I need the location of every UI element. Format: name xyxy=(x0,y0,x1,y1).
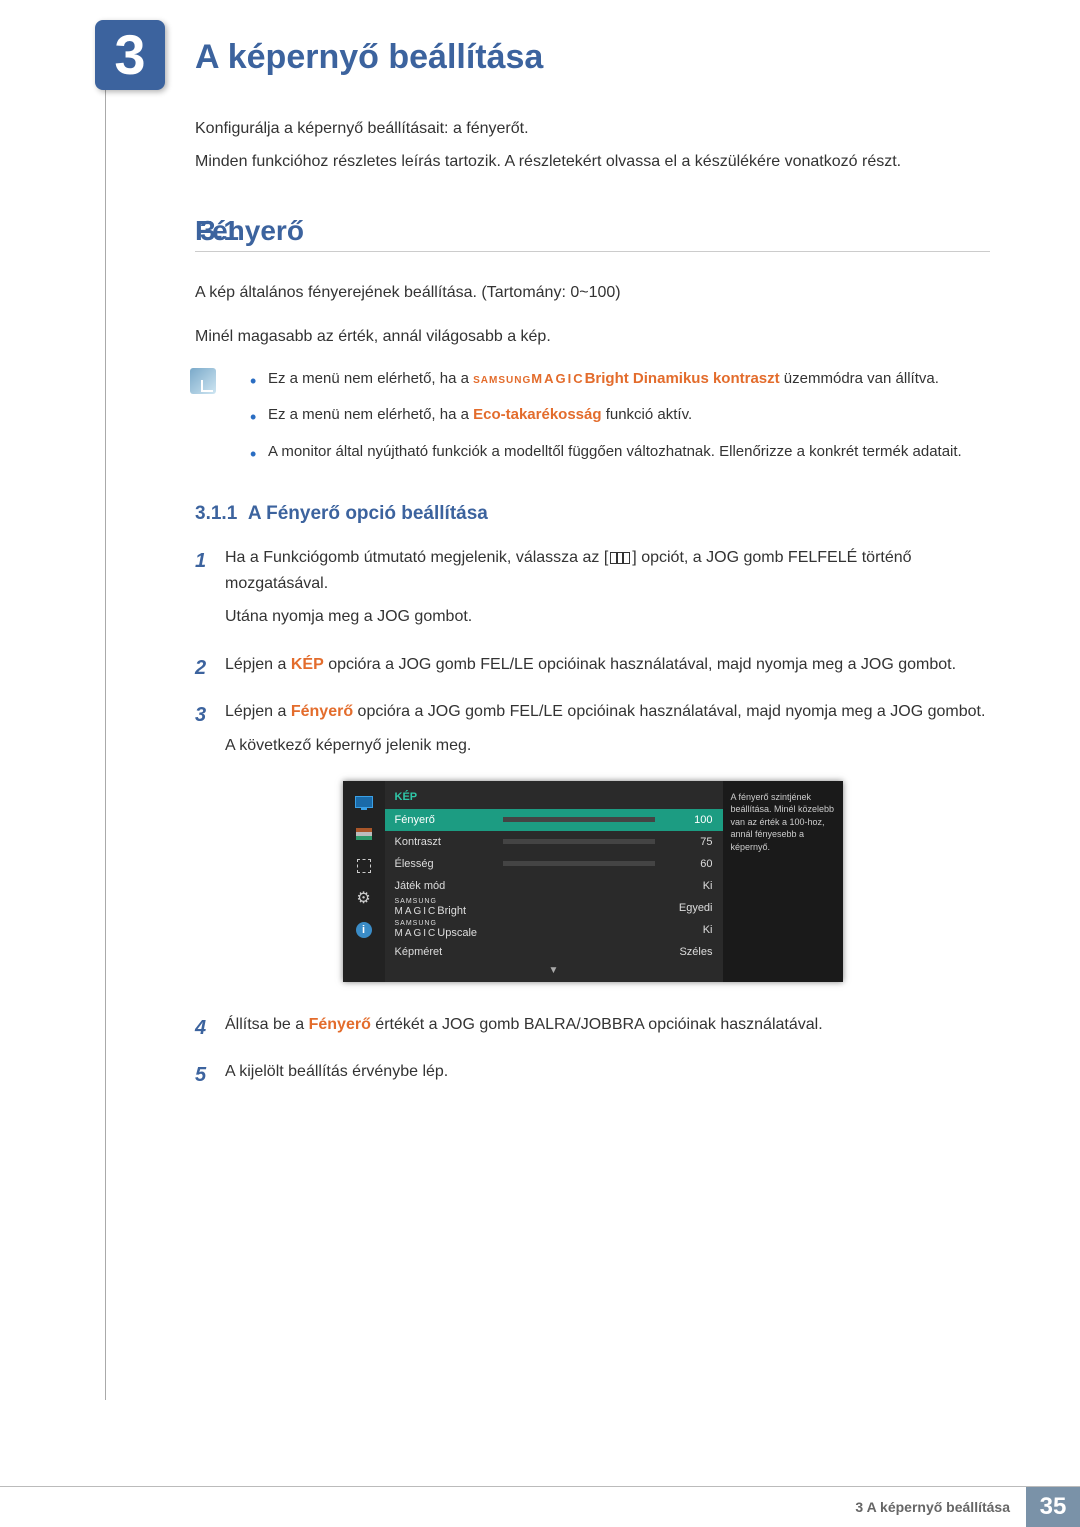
osd-row-kepmeret[interactable]: Képméret Széles xyxy=(385,941,723,963)
intro-line-1: Konfigurálja a képernyő beállításait: a … xyxy=(195,115,990,142)
osd-row-magicbright[interactable]: SAMSUNGMAGICBright Egyedi xyxy=(385,897,723,919)
section-number: 3.1 xyxy=(200,215,239,247)
osd-row-magicupscale[interactable]: SAMSUNGMAGICUpscale Ki xyxy=(385,919,723,941)
note-item-2: Ez a menü nem elérhető, ha a Eco-takarék… xyxy=(250,404,990,427)
note-item-1: Ez a menü nem elérhető, ha a SAMSUNGMAGI… xyxy=(250,368,990,391)
vertical-rule xyxy=(105,30,106,1400)
osd-sidebar: ⚙ i xyxy=(343,781,385,982)
footer-chapter-label: 3 A képernyő beállítása xyxy=(839,1487,1026,1527)
subsection-heading: 3.1.1 A Fényerő opció beállítása xyxy=(195,503,990,525)
page-footer: 3 A képernyő beállítása 35 xyxy=(0,1486,1080,1527)
osd-row-fenyero[interactable]: Fényerő 100 xyxy=(385,809,723,831)
intro-line-2: Minden funkcióhoz részletes leírás tarto… xyxy=(195,148,990,175)
osd-tab-resize-icon[interactable] xyxy=(353,857,375,875)
osd-menu: ⚙ i KÉP Fényerő 100 Kontraszt 75 Élesség xyxy=(343,781,843,982)
osd-description: A fényerő szintjének beállítása. Minél k… xyxy=(723,781,843,982)
note-icon xyxy=(190,368,216,394)
step-4: 4 Állítsa be a Fényerő értékét a JOG gom… xyxy=(195,1012,990,1038)
osd-header: KÉP xyxy=(385,781,723,809)
section-title: Fényerő xyxy=(195,215,990,252)
osd-row-kontraszt[interactable]: Kontraszt 75 xyxy=(385,831,723,853)
chapter-number-badge: 3 xyxy=(95,20,165,90)
note-block: Ez a menü nem elérhető, ha a SAMSUNGMAGI… xyxy=(195,368,990,464)
step-5: 5 A kijelölt beállítás érvénybe lép. xyxy=(195,1059,990,1085)
step-1: 1 Ha a Funkciógomb útmutató megjelenik, … xyxy=(195,545,990,630)
osd-tab-color-icon[interactable] xyxy=(353,825,375,843)
step-3: 3 Lépjen a Fényerő opcióra a JOG gomb FE… xyxy=(195,699,990,758)
body-range: A kép általános fényerejének beállítása.… xyxy=(195,280,990,306)
step-2: 2 Lépjen a KÉP opcióra a JOG gomb FEL/LE… xyxy=(195,652,990,678)
body-explain: Minél magasabb az érték, annál világosab… xyxy=(195,324,990,350)
osd-scroll-down-icon[interactable]: ▼ xyxy=(385,963,723,982)
osd-row-elesseg[interactable]: Élesség 60 xyxy=(385,853,723,875)
chapter-title: A képernyő beállítása xyxy=(195,38,543,77)
footer-page-number: 35 xyxy=(1026,1487,1080,1527)
menu-icon xyxy=(610,552,630,564)
note-item-3: A monitor által nyújtható funkciók a mod… xyxy=(250,441,990,464)
osd-tab-picture-icon[interactable] xyxy=(353,793,375,811)
osd-tab-info-icon[interactable]: i xyxy=(353,921,375,939)
osd-row-jatekmod[interactable]: Játék mód Ki xyxy=(385,875,723,897)
osd-tab-settings-icon[interactable]: ⚙ xyxy=(353,889,375,907)
